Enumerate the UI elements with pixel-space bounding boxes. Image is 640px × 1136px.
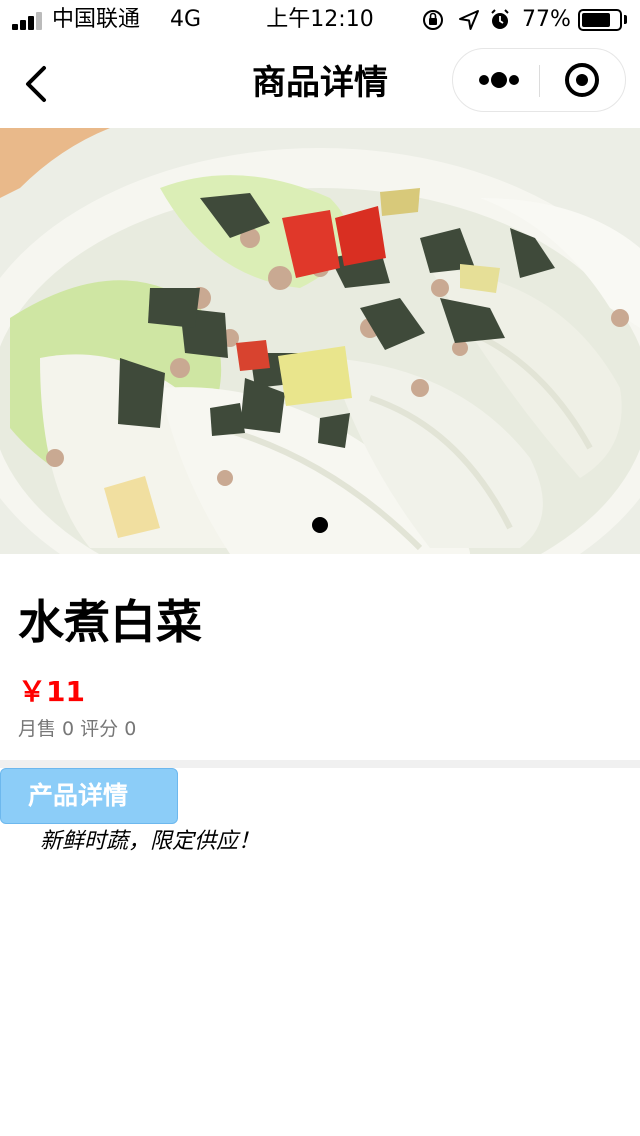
status-bar: 中国联通 4G 上午12:10 77% [0, 0, 640, 40]
orientation-lock-icon [423, 10, 443, 30]
more-button[interactable] [453, 49, 539, 111]
close-mini-program-button[interactable] [541, 49, 625, 111]
section-divider [0, 760, 640, 768]
status-icons [420, 8, 520, 32]
battery-fill [582, 13, 610, 27]
target-circle-icon [565, 63, 599, 97]
alarm-icon [491, 9, 509, 29]
more-dots-icon [479, 72, 519, 88]
product-price: ￥11 [18, 675, 85, 708]
product-stats: 月售 0 评分 0 [18, 718, 137, 740]
product-image-carousel[interactable] [0, 128, 640, 554]
capsule-divider [539, 65, 540, 97]
product-name: 水煮白菜 [18, 595, 202, 649]
battery-percent: 77% [522, 7, 571, 32]
tab-product-detail[interactable]: 产品详情 [0, 768, 178, 824]
battery-icon [578, 9, 622, 31]
nav-bar: 商品详情 [0, 40, 640, 128]
carousel-indicator-dot[interactable] [312, 517, 328, 533]
battery-tip [624, 15, 627, 24]
mini-program-capsule [452, 48, 626, 112]
product-description: 新鲜时蔬，限定供应！ [40, 829, 261, 854]
location-arrow-icon [459, 10, 479, 30]
product-photo [0, 128, 640, 554]
